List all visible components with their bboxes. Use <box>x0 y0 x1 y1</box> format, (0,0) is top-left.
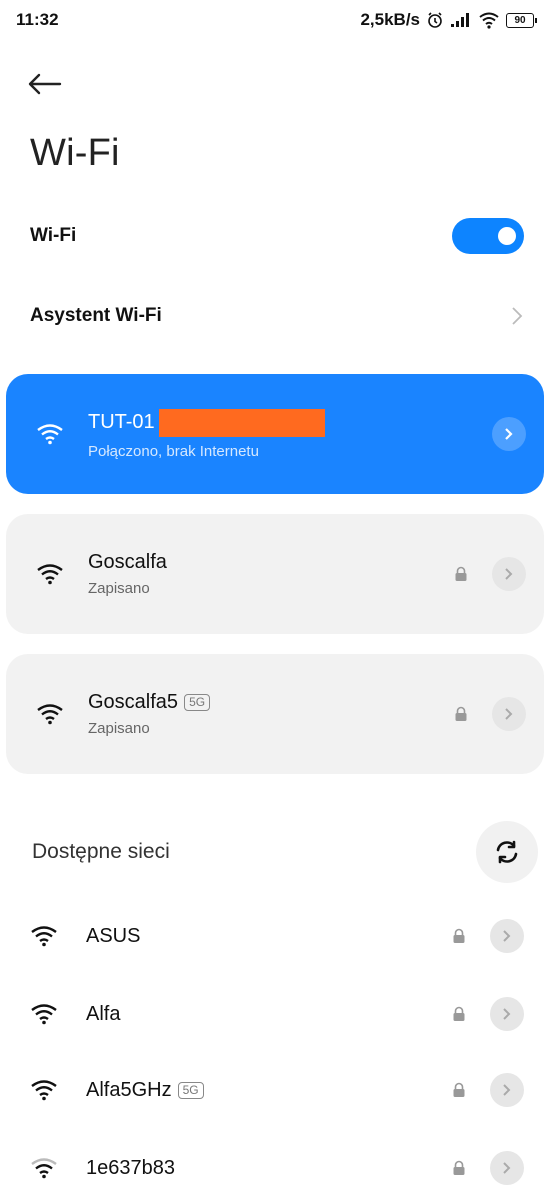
page-title: Wi-Fi <box>30 132 120 174</box>
chevron-right-icon <box>505 568 513 580</box>
saved-network-card[interactable]: Goscalfa Zapisano <box>6 514 544 634</box>
chevron-right-icon <box>503 1008 511 1020</box>
wifi-signal-icon <box>30 920 62 952</box>
network-details-button[interactable] <box>490 1073 524 1107</box>
saved-network-name: Goscalfa5 <box>88 691 179 713</box>
network-name: Alfa <box>86 1002 121 1025</box>
battery-level: 90 <box>514 14 526 26</box>
available-network-item[interactable]: 1e637b83 <box>30 1138 524 1198</box>
lock-icon <box>450 703 472 725</box>
lock-icon <box>448 925 470 947</box>
wifi-toggle-row[interactable]: Wi-Fi <box>30 206 524 266</box>
wifi-toggle-label: Wi-Fi <box>30 225 77 246</box>
signal-icon <box>450 12 472 28</box>
saved-network-name: Goscalfa <box>88 551 167 573</box>
back-button[interactable] <box>26 64 70 104</box>
available-networks-header: Dostępne sieci <box>32 821 538 883</box>
status-bar: 11:32 2,5kB/s 90 <box>0 0 544 40</box>
lock-icon <box>448 1157 470 1179</box>
available-network-item[interactable]: Alfa <box>30 984 524 1044</box>
network-details-button[interactable] <box>490 1151 524 1185</box>
battery-icon: 90 <box>506 12 537 28</box>
wifi-toggle[interactable] <box>452 218 524 254</box>
chevron-right-icon <box>512 307 523 325</box>
status-icons: 2,5kB/s 90 <box>360 10 537 30</box>
chevron-right-icon <box>505 428 513 440</box>
network-details-button[interactable] <box>492 417 526 451</box>
network-name: Alfa5GHz <box>86 1078 172 1101</box>
toggle-knob <box>498 227 516 245</box>
network-name: 1e637b83 <box>86 1156 175 1179</box>
connected-network-card[interactable]: TUT-01 Połączono, brak Internetu <box>6 374 544 494</box>
chevron-right-icon <box>503 930 511 942</box>
available-network-item[interactable]: Alfa5GHz 5G <box>30 1060 524 1120</box>
wifi-signal-icon <box>30 1152 62 1184</box>
saved-network-status: Zapisano <box>88 580 150 597</box>
wifi-signal-icon <box>34 698 66 730</box>
network-speed: 2,5kB/s <box>360 10 420 29</box>
wifi-assistant-label: Asystent Wi-Fi <box>30 305 162 326</box>
wifi-signal-icon <box>30 1074 62 1106</box>
network-details-button[interactable] <box>490 919 524 953</box>
chevron-right-icon <box>503 1162 511 1174</box>
chevron-right-icon <box>505 708 513 720</box>
network-details-button[interactable] <box>490 997 524 1031</box>
lock-icon <box>450 563 472 585</box>
chevron-right-icon <box>503 1084 511 1096</box>
lock-icon <box>448 1079 470 1101</box>
status-time: 11:32 <box>16 10 59 29</box>
alarm-icon <box>426 11 444 29</box>
refresh-button[interactable] <box>476 821 538 883</box>
wifi-signal-icon <box>34 418 66 450</box>
saved-network-card[interactable]: Goscalfa5 5G Zapisano <box>6 654 544 774</box>
network-name: ASUS <box>86 924 141 947</box>
redaction-block <box>158 408 325 437</box>
band-5g-badge: 5G <box>177 1081 204 1099</box>
arrow-left-icon <box>28 73 62 95</box>
refresh-icon <box>496 840 518 864</box>
wifi-signal-icon <box>34 558 66 590</box>
saved-network-status: Zapisano <box>88 720 150 737</box>
connected-network-status: Połączono, brak Internetu <box>88 442 259 460</box>
wifi-status-icon <box>478 11 500 29</box>
section-title: Dostępne sieci <box>32 840 170 863</box>
available-network-item[interactable]: ASUS <box>30 906 524 966</box>
wifi-assistant-row[interactable]: Asystent Wi-Fi <box>30 286 524 346</box>
lock-icon <box>448 1003 470 1025</box>
network-details-button[interactable] <box>492 697 526 731</box>
network-details-button[interactable] <box>492 557 526 591</box>
connected-network-name: TUT-01 <box>88 411 155 433</box>
band-5g-badge: 5G <box>184 694 211 711</box>
wifi-signal-icon <box>30 998 62 1030</box>
